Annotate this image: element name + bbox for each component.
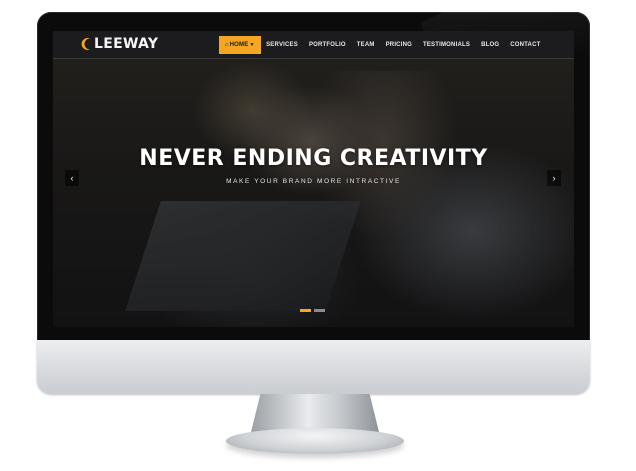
chevron-right-icon: › (552, 173, 556, 183)
crescent-logo-icon (81, 38, 90, 50)
nav-item-pricing[interactable]: PRICING (380, 36, 417, 54)
slider-pagination (300, 309, 325, 312)
monitor-stand-base (226, 428, 404, 454)
slider-next-button[interactable]: › (547, 170, 561, 186)
nav-item-blog[interactable]: BLOG (476, 36, 505, 54)
home-icon: ⌂ (224, 42, 229, 48)
website-screen: LEEWAY ⌂HOME▼ SERVICES PORTFOLIO TEAM PR… (53, 31, 574, 327)
nav-item-services[interactable]: SERVICES (261, 36, 304, 54)
caret-down-icon: ▼ (249, 42, 255, 48)
logo[interactable]: LEEWAY (81, 35, 158, 53)
navbar: LEEWAY ⌂HOME▼ SERVICES PORTFOLIO TEAM PR… (53, 31, 574, 59)
nav-item-portfolio[interactable]: PORTFOLIO (303, 36, 351, 54)
slider-dot-1[interactable] (300, 309, 311, 312)
nav-item-testimonials[interactable]: TESTIMONIALS (417, 36, 475, 54)
nav-item-home[interactable]: ⌂HOME▼ (218, 36, 261, 54)
slider-prev-button[interactable]: ‹ (65, 170, 79, 186)
nav-item-team[interactable]: TEAM (351, 36, 380, 54)
main-menu: ⌂HOME▼ SERVICES PORTFOLIO TEAM PRICING T… (218, 36, 546, 54)
nav-item-contact[interactable]: CONTACT (505, 36, 546, 54)
monitor-chin (37, 340, 590, 394)
chevron-left-icon: ‹ (70, 173, 74, 183)
slider-dot-2[interactable] (314, 309, 325, 312)
hero-title: NEVER ENDING CREATIVITY (139, 146, 488, 171)
nav-item-home-label: HOME (229, 42, 249, 48)
hero-subtitle: MAKE YOUR BRAND MORE INTRACTIVE (226, 178, 401, 185)
logo-text: LEEWAY (94, 36, 159, 52)
